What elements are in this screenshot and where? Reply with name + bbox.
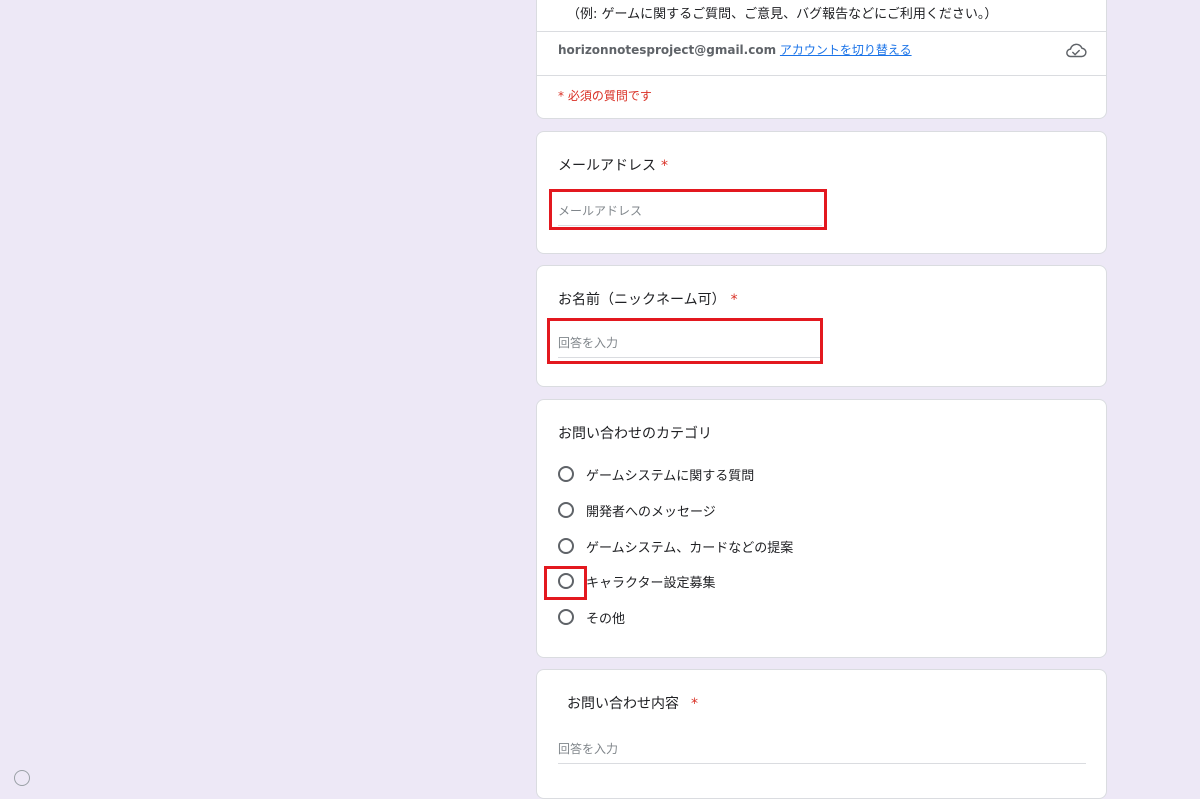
radio-option[interactable]: ゲームシステム、カードなどの提案 (558, 536, 793, 556)
question-title-text: お名前（ニックネーム可） (558, 292, 726, 308)
radio-button-icon[interactable] (558, 502, 574, 518)
radio-option-label: ゲームシステムに関する質問 (586, 468, 755, 484)
question-card-email: メールアドレス * (536, 131, 1107, 254)
question-card-name: お名前（ニックネーム可） * (536, 265, 1107, 387)
radio-option[interactable]: ゲームシステムに関する質問 (558, 464, 754, 484)
name-input[interactable] (558, 328, 822, 358)
question-title-text: メールアドレス (558, 158, 656, 174)
radio-option-label: ゲームシステム、カードなどの提案 (586, 540, 794, 556)
radio-button-icon[interactable] (558, 466, 574, 482)
required-star: * (661, 158, 668, 174)
question-title-email: メールアドレス * (558, 155, 668, 175)
question-title-text: お問い合わせ内容 (567, 696, 679, 712)
help-icon[interactable] (14, 770, 30, 786)
required-star: * (691, 696, 698, 712)
radio-button-icon[interactable] (558, 609, 574, 625)
required-star: * (730, 292, 738, 308)
account-row: horizonnotesproject@gmail.com アカウントを切り替え… (558, 41, 912, 58)
form-header-card: （例: ゲームに関するご質問、ご意見、バグ報告などにご利用ください。） hori… (536, 0, 1107, 119)
required-note: * 必須の質問です (558, 89, 652, 103)
radio-option[interactable]: その他 (558, 607, 625, 627)
question-title-content: お問い合わせ内容 * (567, 693, 698, 713)
radio-button-icon[interactable] (558, 573, 574, 589)
cloud-saved-icon (1066, 43, 1087, 58)
radio-option-label: その他 (586, 611, 626, 627)
question-title-category: お問い合わせのカテゴリ (558, 426, 712, 442)
radio-option-label: 開発者へのメッセージ (586, 504, 716, 520)
divider (537, 31, 1106, 32)
radio-option[interactable]: 開発者へのメッセージ (558, 500, 716, 520)
divider (537, 75, 1106, 76)
form-description: （例: ゲームに関するご質問、ご意見、バグ報告などにご利用ください。） (567, 7, 998, 22)
account-email: horizonnotesproject@gmail.com (558, 43, 777, 57)
inquiry-content-input[interactable] (558, 734, 1086, 764)
question-card-content: お問い合わせ内容 * (536, 669, 1107, 799)
radio-button-icon[interactable] (558, 538, 574, 554)
radio-option-label: キャラクター設定募集 (586, 575, 716, 591)
email-input[interactable] (558, 196, 822, 226)
switch-account-link[interactable]: アカウントを切り替える (780, 43, 912, 57)
question-card-category: お問い合わせのカテゴリ ゲームシステムに関する質問 開発者へのメッセージ ゲーム… (536, 399, 1107, 658)
question-title-name: お名前（ニックネーム可） * (558, 289, 738, 309)
radio-option[interactable]: キャラクター設定募集 (558, 571, 715, 591)
